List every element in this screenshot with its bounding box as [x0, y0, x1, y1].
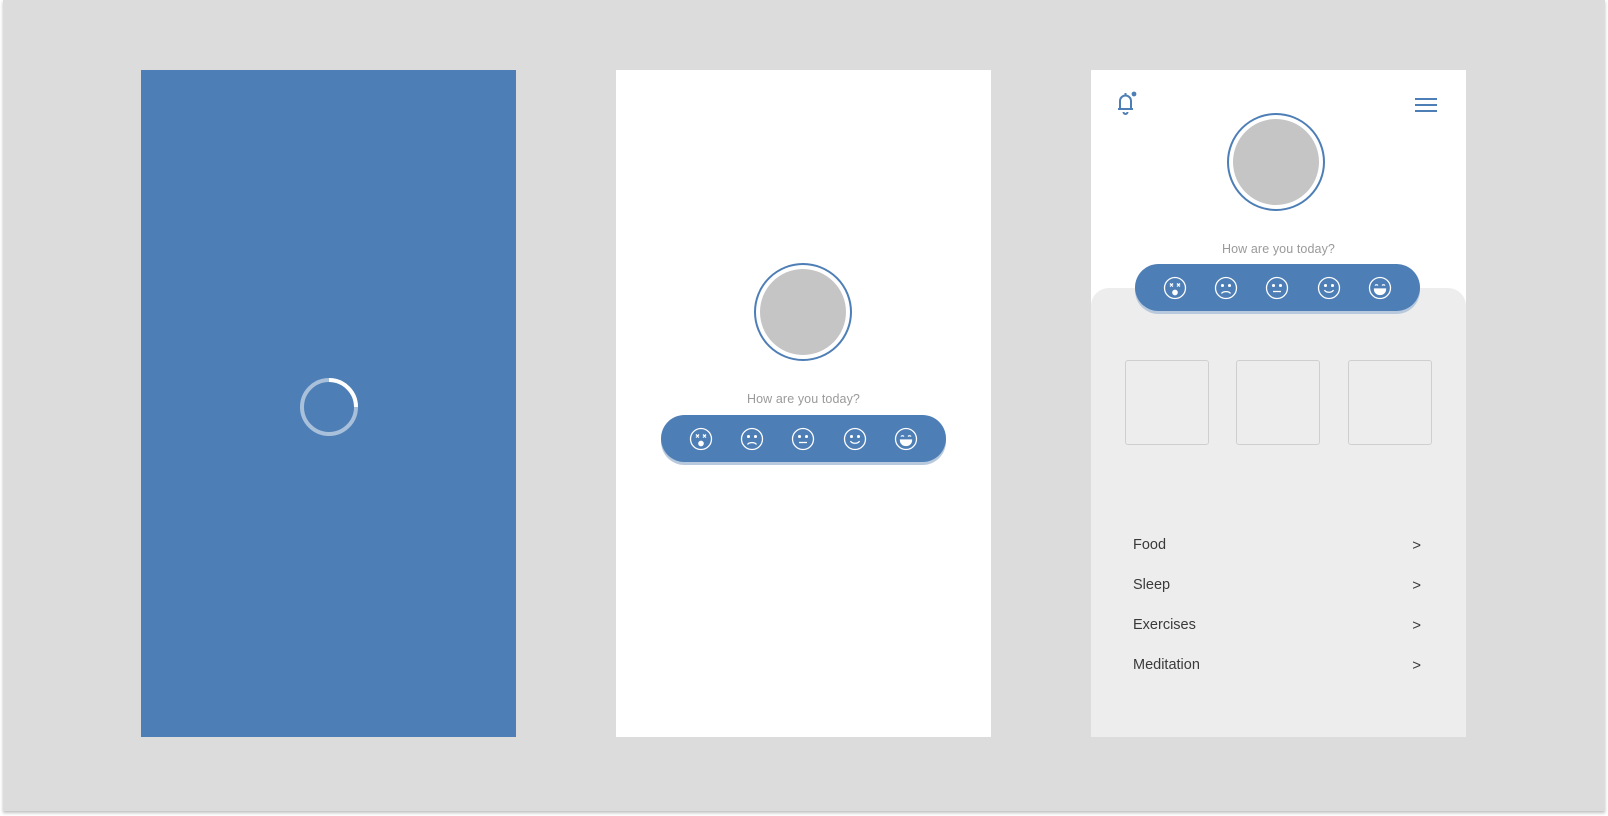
grin-face-icon[interactable] [894, 427, 918, 451]
category-item-food[interactable]: Food > [1133, 525, 1423, 565]
mood-question: How are you today? [1222, 242, 1335, 256]
mood-onboarding-screen: How are you today? [616, 70, 991, 737]
mood-selector [1135, 264, 1420, 311]
avatar-image [1233, 119, 1319, 205]
category-item-exercises[interactable]: Exercises > [1133, 605, 1423, 645]
neutral-face-icon[interactable] [791, 427, 815, 451]
mood-question: How are you today? [747, 392, 860, 406]
sad-face-icon[interactable] [1214, 276, 1238, 300]
chevron-right-icon: > [1412, 656, 1421, 674]
category-label: Meditation [1133, 657, 1200, 673]
category-item-sleep[interactable]: Sleep > [1133, 565, 1423, 605]
neutral-face-icon[interactable] [1265, 276, 1289, 300]
category-label: Exercises [1133, 617, 1196, 633]
design-canvas: How are you today? How are you today? Fo… [3, 0, 1605, 811]
smile-face-icon[interactable] [1317, 276, 1341, 300]
dizzy-face-icon[interactable] [689, 427, 713, 451]
dizzy-face-icon[interactable] [1163, 276, 1187, 300]
chevron-right-icon: > [1412, 616, 1421, 634]
loading-spinner-icon [300, 378, 358, 436]
smile-face-icon[interactable] [843, 427, 867, 451]
category-label: Sleep [1133, 577, 1171, 593]
feature-card[interactable] [1236, 360, 1320, 445]
category-label: Food [1133, 537, 1167, 553]
feature-card[interactable] [1125, 360, 1209, 445]
avatar[interactable] [754, 263, 852, 361]
avatar[interactable] [1227, 113, 1325, 211]
bell-icon[interactable] [1113, 88, 1141, 118]
home-screen: How are you today? Food > Sleep > Exerci… [1091, 70, 1466, 737]
splash-screen [141, 70, 516, 737]
chevron-right-icon: > [1412, 576, 1421, 594]
chevron-right-icon: > [1412, 536, 1421, 554]
category-list: Food > Sleep > Exercises > Meditation > [1133, 525, 1423, 685]
grin-face-icon[interactable] [1368, 276, 1392, 300]
sad-face-icon[interactable] [740, 427, 764, 451]
mood-selector [661, 415, 946, 462]
hamburger-menu-icon[interactable] [1413, 95, 1439, 115]
avatar-image [760, 269, 846, 355]
category-item-meditation[interactable]: Meditation > [1133, 645, 1423, 685]
feature-card[interactable] [1348, 360, 1432, 445]
